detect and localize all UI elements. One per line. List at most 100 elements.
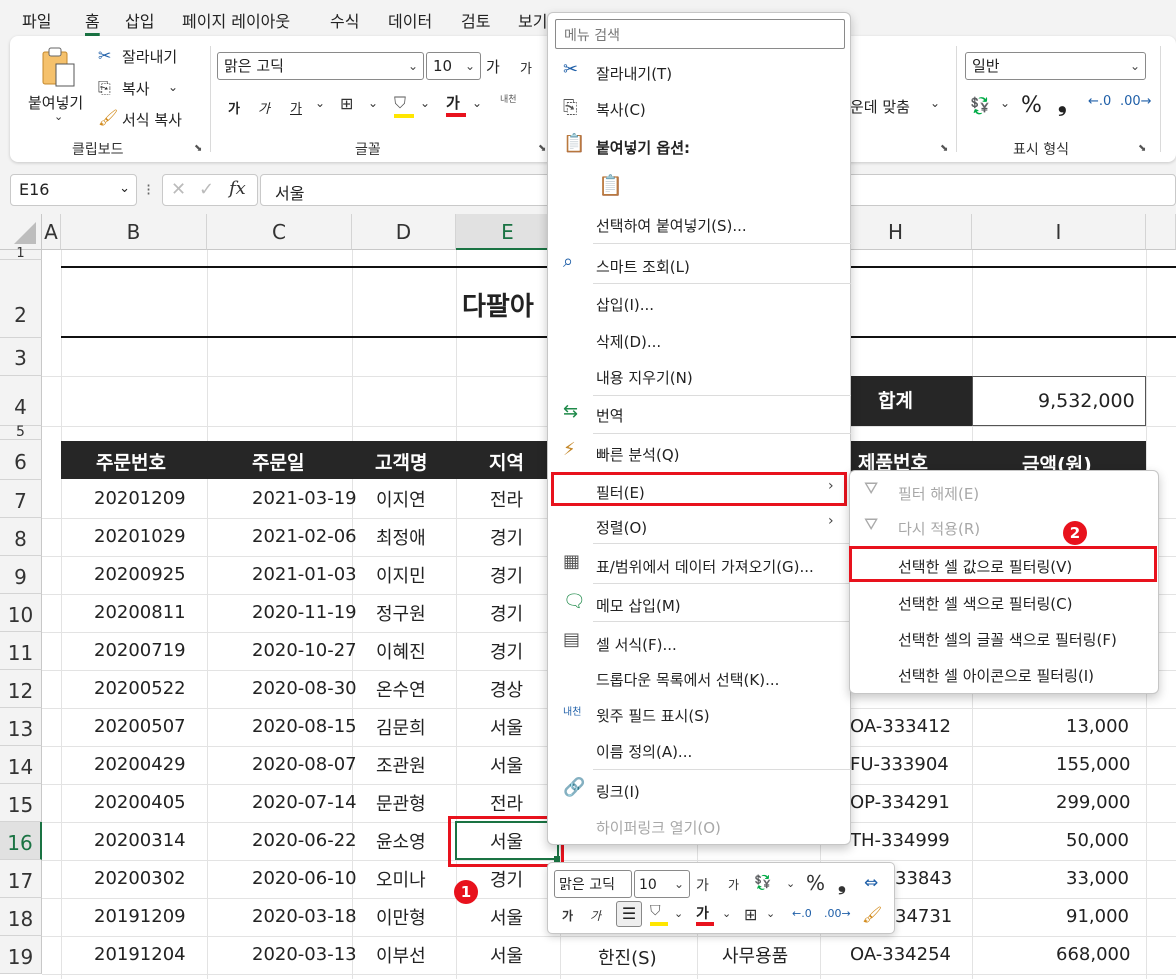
tab-page-layout[interactable]: 페이지 레이아웃 [182,8,290,32]
chevron-down-icon[interactable]: ⌄ [315,96,325,110]
row-header-1[interactable]: 1 [0,247,42,260]
column-header-i[interactable]: I [972,214,1146,250]
mini-percent-button[interactable]: % [806,871,825,895]
phonetic-button[interactable]: 내천 [500,92,517,105]
font-color-button[interactable]: 가 [446,92,468,118]
row-header-13[interactable]: 13 [0,708,42,746]
chevron-down-icon[interactable]: ⌄ [766,907,775,920]
menu-item-paste-special[interactable]: 선택하여 붙여넣기(S)... [596,215,747,236]
cell-order-date[interactable]: 2020-03-18 [252,906,357,927]
number-launcher-icon[interactable]: ⬊ [1138,143,1146,154]
cell-order-no[interactable]: 20200314 [94,830,186,851]
cell-order-date[interactable]: 2020-06-10 [252,868,357,889]
cell-customer[interactable]: 오미나 [376,866,426,892]
column-header-d[interactable]: D [352,214,456,250]
menu-item-sort[interactable]: 정렬(O) [596,517,647,538]
cell-order-date[interactable]: 2020-03-13 [252,944,357,965]
cell-customer[interactable]: 윤소영 [376,828,426,854]
cell-amount[interactable]: 50,000 [1066,830,1129,851]
cell-order-no[interactable]: 20191204 [94,944,186,965]
grow-font-button[interactable]: 가 [486,56,500,77]
cell-carrier[interactable]: 한진(S) [598,944,657,970]
cell-order-no[interactable]: 20200405 [94,792,186,813]
header-customer[interactable]: 고객명 [375,448,427,475]
row-header-15[interactable]: 15 [0,784,42,822]
menu-item-define-name[interactable]: 이름 정의(A)... [596,741,692,762]
cell-order-date[interactable]: 2020-08-30 [252,678,357,699]
border-icon[interactable]: ⊞ [744,905,757,924]
cell-product-no[interactable]: 34731 [895,906,952,927]
merge-center-button[interactable]: 운데 맞춤 [850,96,910,117]
menu-item-smart-lookup[interactable]: 스마트 조회(L) [596,256,690,277]
format-painter-button[interactable]: 서식 복사 [122,109,182,130]
row-header-16[interactable]: 16 [0,822,42,860]
row-header-4[interactable]: 4 [0,376,42,426]
enter-icon[interactable]: ✓ [199,179,214,200]
submenu-item-filter-by-color[interactable]: 선택한 셀 색으로 필터링(C) [898,593,1072,614]
column-header-a[interactable]: A [42,214,61,250]
row-header-3[interactable]: 3 [0,338,42,376]
cell-region[interactable]: 경기 [490,600,523,626]
cell-product-no[interactable]: OA-334254 [850,944,951,965]
cell-amount[interactable]: 668,000 [1056,944,1130,965]
tab-home[interactable]: 홈 [85,8,100,32]
column-header-b[interactable]: B [61,214,207,250]
cell-order-date[interactable]: 2020-08-07 [252,754,357,775]
percent-button[interactable]: % [1021,93,1042,118]
tab-data[interactable]: 데이터 [388,8,432,32]
cell-customer[interactable]: 문관형 [376,790,426,816]
currency-icon[interactable]: 💱 [970,96,990,115]
name-box[interactable]: E16 ⌄ [10,174,137,206]
menu-item-insert-comment[interactable]: 메모 삽입(M) [596,595,681,616]
column-header-j[interactable] [1146,214,1176,250]
mini-grow-font-button[interactable]: 가 [696,875,709,895]
tab-formulas[interactable]: 수식 [330,8,359,32]
comma-button[interactable]: ❟ [1058,92,1067,117]
mini-fill-color-icon[interactable]: ⛉ [650,903,670,927]
chevron-down-icon[interactable]: ⌄ [368,96,378,110]
row-header-19[interactable]: 19 [0,936,42,974]
underline-button[interactable]: 가 [290,98,302,117]
cell-order-no[interactable]: 20200719 [94,640,186,661]
shrink-font-button[interactable]: 가 [520,58,532,77]
number-format-combo[interactable]: 일반 ⌄ [965,52,1146,80]
cell-order-no[interactable]: 20201029 [94,526,186,547]
scissors-icon[interactable]: ✂ [98,46,111,65]
cell-order-no[interactable]: 20201209 [94,488,186,509]
mini-font-color-button[interactable]: 가 [696,903,716,927]
cell-order-no[interactable]: 20200811 [94,602,186,623]
header-region[interactable]: 지역 [489,448,524,475]
cell-region[interactable]: 전라 [490,486,523,512]
mini-shrink-font-button[interactable]: 가 [728,876,739,893]
italic-button[interactable]: 가 [258,98,270,117]
cell-customer[interactable]: 온수연 [376,676,426,702]
chevron-down-icon[interactable]: ⌄ [930,96,940,110]
cell-amount[interactable]: 299,000 [1056,792,1130,813]
cell-order-no[interactable]: 20200522 [94,678,186,699]
cell-order-date[interactable]: 2020-07-14 [252,792,357,813]
row-header-11[interactable]: 11 [0,632,42,670]
cell-region[interactable]: 경상 [490,676,523,702]
chevron-down-icon[interactable]: ⌄ [674,907,683,920]
cell-amount[interactable]: 155,000 [1056,754,1130,775]
cell-region[interactable]: 서울 [490,904,523,930]
select-all-corner[interactable] [0,214,42,250]
cell-product-no[interactable]: 33843 [895,868,952,889]
cell-amount[interactable]: 91,000 [1066,906,1129,927]
menu-item-format-cells[interactable]: 셀 서식(F)... [596,634,677,655]
decrease-decimal-icon[interactable]: .00→ [824,907,851,920]
row-header-8[interactable]: 8 [0,518,42,556]
cell-product-no[interactable]: OP-334291 [850,792,950,813]
mini-font-size-combo[interactable]: 10 ⌄ [634,870,690,898]
paste-dropdown-icon[interactable]: ⌄ [54,110,63,123]
copy-button[interactable]: 복사 [122,78,150,99]
row-header-18[interactable]: 18 [0,898,42,936]
cell-region[interactable]: 서울 [490,752,523,778]
cell-customer[interactable]: 이만형 [376,904,426,930]
cell-category[interactable]: 사무용품 [722,942,788,968]
row-header-7[interactable]: 7 [0,480,42,518]
cell-region[interactable]: 경기 [490,866,523,892]
cell-region[interactable]: 전라 [490,790,523,816]
tab-review[interactable]: 검토 [461,8,490,32]
cell-region[interactable]: 경기 [490,638,523,664]
